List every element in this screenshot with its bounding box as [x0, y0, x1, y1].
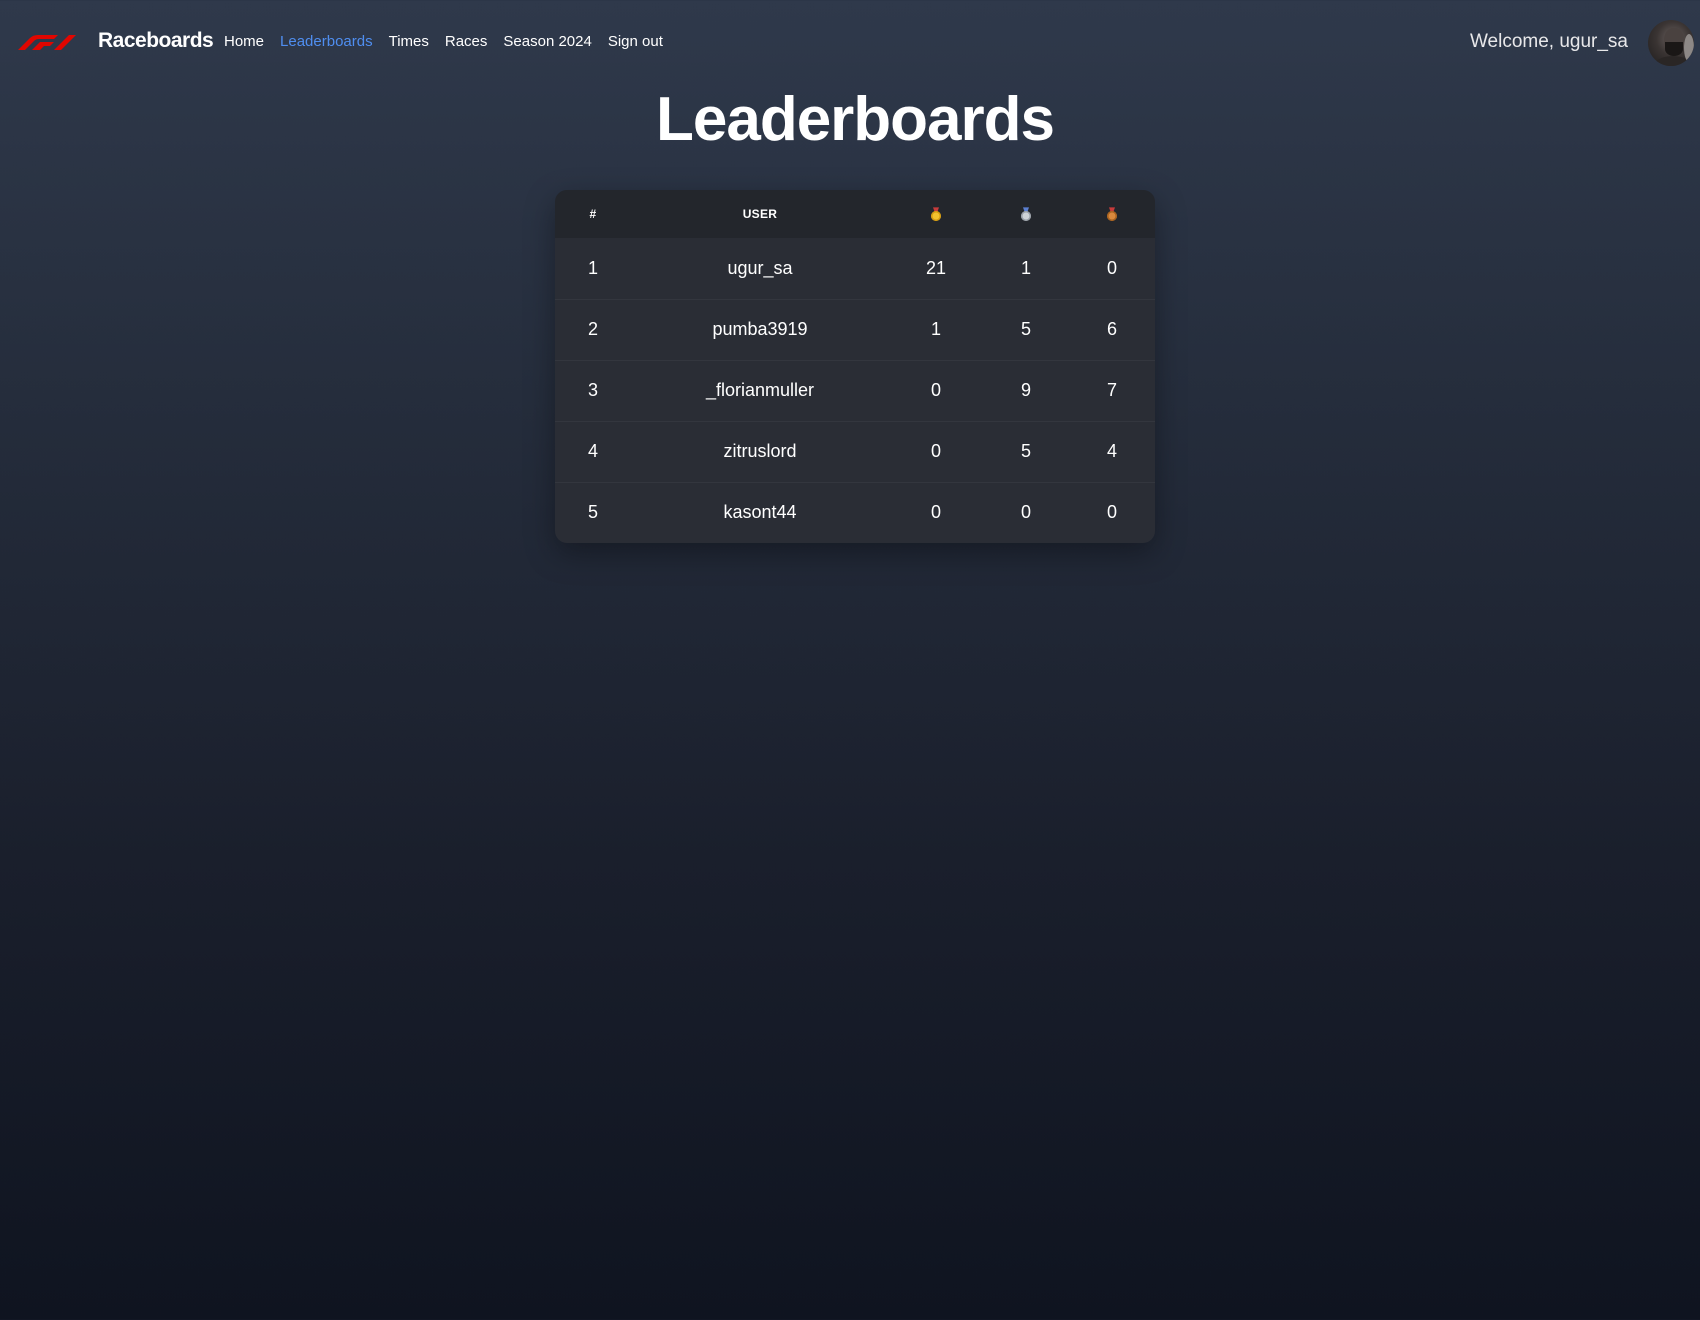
leaderboard-card: # USER 1 ugur_sa 21 1 0 2 pumba3919 1 5 …	[555, 190, 1155, 543]
gold-medal-icon	[931, 207, 941, 222]
welcome-text: Welcome, ugur_sa	[1469, 31, 1628, 52]
row-user: pumba3919	[712, 319, 808, 339]
row-silver-count: 1	[1020, 257, 1031, 278]
avatar-beard	[1665, 42, 1683, 56]
nav-times-link[interactable]: Times	[389, 33, 429, 50]
leaderboard-table: # USER 1 ugur_sa 21 1 0 2 pumba3919 1 5 …	[555, 190, 1155, 543]
nav-races-link[interactable]: Races	[445, 33, 488, 50]
row-bronze-count: 0	[1106, 257, 1117, 278]
row-rank: 2	[587, 319, 598, 339]
nav-sign-out-link[interactable]: Sign out	[608, 33, 663, 50]
avatar-highlight	[1684, 34, 1694, 62]
row-silver-count: 5	[1020, 319, 1031, 339]
user-avatar[interactable]	[1648, 20, 1694, 66]
table-row: 1 ugur_sa 21 1 0	[555, 238, 1155, 299]
row-bronze-count: 0	[1106, 502, 1117, 523]
table-row: 2 pumba3919 1 5 6	[555, 299, 1155, 360]
row-gold-count: 0	[930, 441, 941, 461]
table-row: 4 zitruslord 0 5 4	[555, 421, 1155, 482]
row-rank: 1	[587, 257, 598, 278]
row-silver-count: 9	[1020, 380, 1031, 400]
row-user: _florianmuller	[705, 380, 815, 400]
top-navbar: Raceboards Home Leaderboards Times Races…	[0, 0, 1700, 84]
row-user: ugur_sa	[727, 257, 793, 278]
nav-home-link[interactable]: Home	[224, 33, 264, 50]
row-rank: 5	[587, 502, 598, 523]
row-gold-count: 0	[930, 502, 941, 523]
row-user: zitruslord	[723, 441, 797, 461]
row-silver-count: 0	[1020, 502, 1031, 523]
nav-season-link[interactable]: Season 2024	[503, 33, 591, 50]
row-rank: 4	[587, 441, 598, 461]
header-rank: #	[589, 207, 597, 221]
silver-medal-icon	[1021, 207, 1031, 222]
brand-name[interactable]: Raceboards	[98, 29, 214, 53]
row-silver-count: 5	[1020, 441, 1031, 461]
page-title: Leaderboards	[655, 85, 1055, 154]
f1-logo-icon[interactable]	[14, 33, 80, 51]
row-bronze-count: 6	[1106, 319, 1117, 339]
row-gold-count: 0	[930, 380, 941, 400]
header-bronze	[1069, 190, 1155, 238]
header-gold	[889, 190, 983, 238]
bronze-medal-icon	[1107, 207, 1117, 222]
header-user: USER	[742, 207, 778, 221]
nav-leaderboards-link[interactable]: Leaderboards	[280, 33, 373, 50]
row-user: kasont44	[723, 502, 797, 523]
row-gold-count: 1	[930, 319, 941, 339]
row-bronze-count: 7	[1106, 380, 1117, 400]
main-nav: Home Leaderboards Times Races Season 202…	[224, 33, 679, 50]
header-silver	[983, 190, 1069, 238]
table-row: 3 _florianmuller 0 9 7	[555, 360, 1155, 421]
row-rank: 3	[587, 380, 598, 400]
table-row: 5 kasont44 0 0 0	[555, 482, 1155, 543]
row-gold-count: 21	[925, 257, 947, 278]
row-bronze-count: 4	[1106, 441, 1117, 461]
table-header-row: # USER	[555, 190, 1155, 238]
